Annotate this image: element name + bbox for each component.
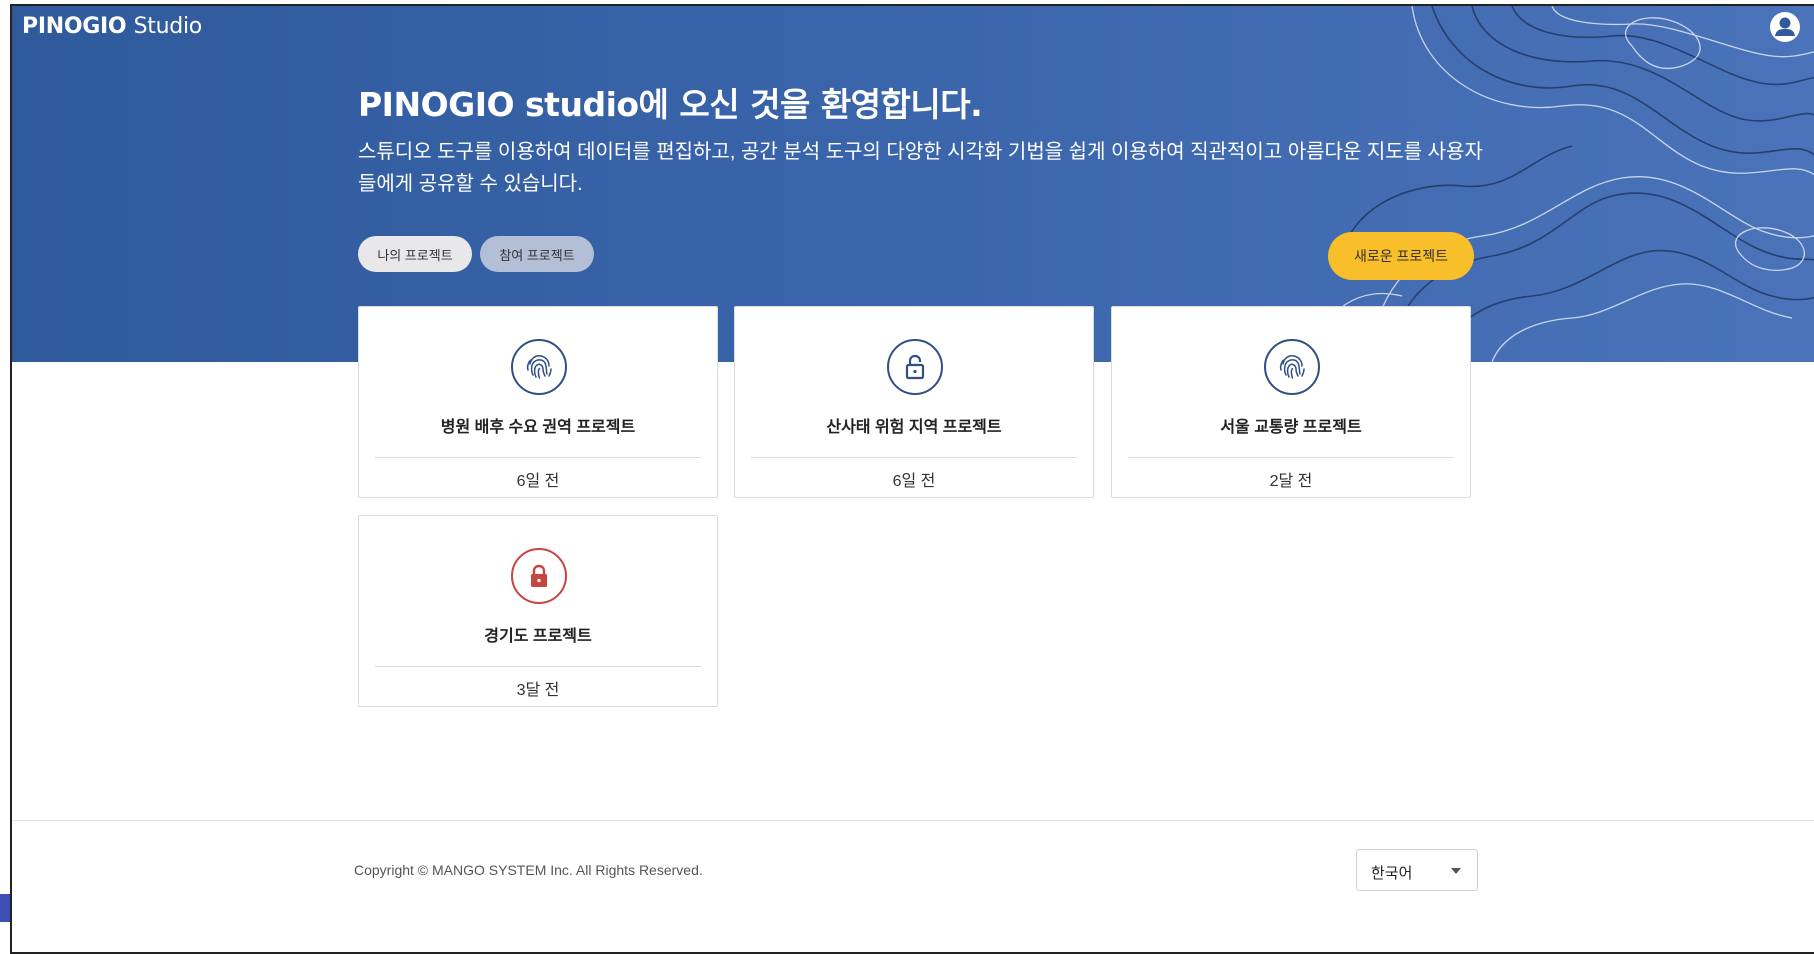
card-divider <box>751 457 1077 458</box>
project-updated-time: 2달 전 <box>1269 473 1313 490</box>
edge-marker <box>0 894 10 922</box>
language-select[interactable]: 한국어 <box>1356 849 1478 891</box>
fingerprint-icon <box>1264 339 1320 395</box>
page-title: PINOGIO studio에 오신 것을 환영합니다. <box>358 85 983 124</box>
tab-my-projects[interactable]: 나의 프로젝트 <box>358 236 472 272</box>
project-updated-time: 6일 전 <box>892 473 936 490</box>
card-divider <box>375 666 701 667</box>
new-project-button[interactable]: 새로운 프로젝트 <box>1328 232 1474 280</box>
language-selected-value: 한국어 <box>1371 865 1413 882</box>
user-avatar-icon[interactable] <box>1770 12 1800 42</box>
tab-joined-projects[interactable]: 참여 프로젝트 <box>480 236 594 272</box>
page-description: 스튜디오 도구를 이용하여 데이터를 편집하고, 공간 분석 도구의 다양한 시… <box>358 141 1483 195</box>
app-frame: PINOGIO Studio PINOGIO studio에 오신 것을 환영합… <box>10 4 1814 954</box>
fingerprint-icon <box>511 339 567 395</box>
project-updated-time: 3달 전 <box>516 682 560 699</box>
chevron-down-icon <box>1451 868 1461 874</box>
copyright-text: Copyright © MANGO SYSTEM Inc. All Rights… <box>354 862 703 878</box>
logo-light-text: Studio <box>133 14 203 39</box>
card-divider <box>375 457 701 458</box>
project-name: 병원 배후 수요 권역 프로젝트 <box>440 419 636 436</box>
user-icon <box>1775 17 1795 36</box>
app-logo[interactable]: PINOGIO Studio <box>22 14 202 39</box>
project-updated-time: 6일 전 <box>516 473 560 490</box>
footer-divider <box>12 820 1814 821</box>
lock-icon <box>511 548 567 604</box>
project-card[interactable]: 경기도 프로젝트 3달 전 <box>358 515 718 707</box>
project-name: 산사태 위험 지역 프로젝트 <box>826 419 1002 436</box>
unlock-icon <box>887 339 943 395</box>
card-divider <box>1128 457 1454 458</box>
project-card[interactable]: 산사태 위험 지역 프로젝트 6일 전 <box>734 306 1094 498</box>
project-card[interactable]: 서울 교통량 프로젝트 2달 전 <box>1111 306 1471 498</box>
project-card[interactable]: 병원 배후 수요 권역 프로젝트 6일 전 <box>358 306 718 498</box>
logo-bold-text: PINOGIO <box>22 14 127 39</box>
project-name: 경기도 프로젝트 <box>484 628 592 645</box>
project-name: 서울 교통량 프로젝트 <box>1220 419 1362 436</box>
